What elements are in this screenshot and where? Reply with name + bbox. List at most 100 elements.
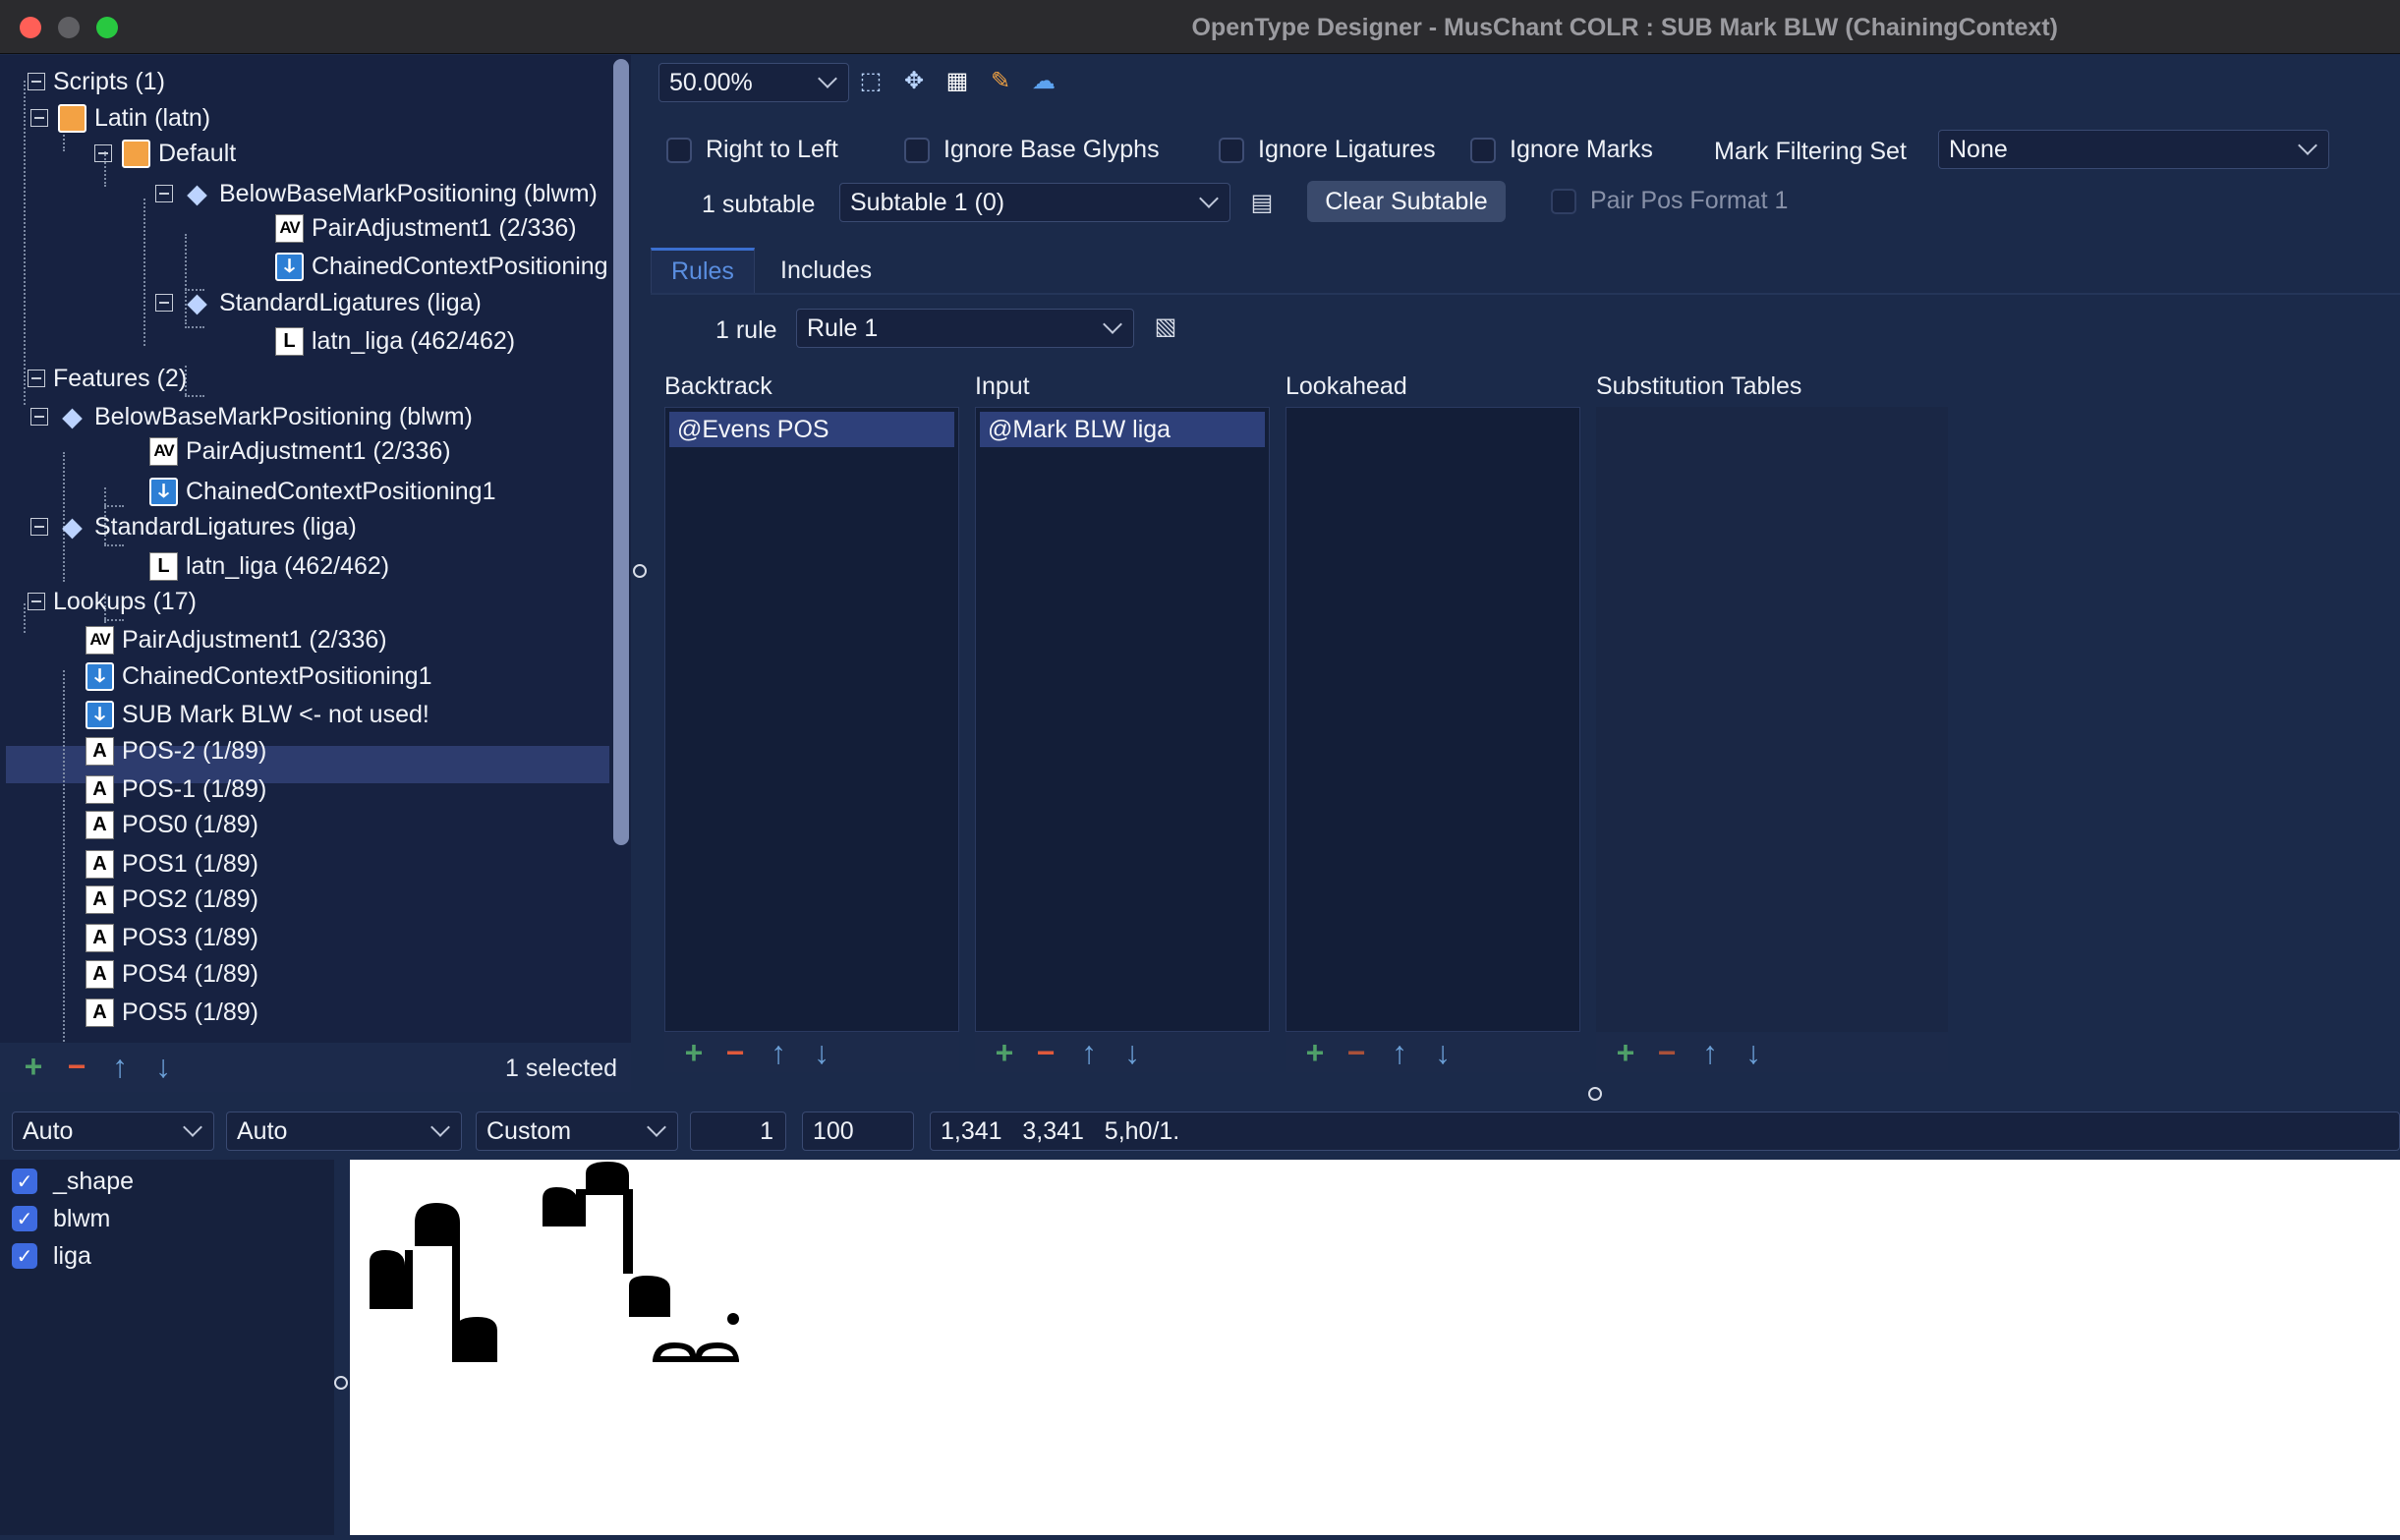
tree-item[interactable]: Llatn_liga (462/462) [149, 547, 389, 585]
ignore-ligatures-checkbox[interactable]: Ignore Ligatures [1219, 136, 1436, 164]
lookahead-list[interactable] [1286, 407, 1580, 1032]
tree-item[interactable]: ↆ ChainedContextPositioning1 [86, 657, 432, 695]
ignore-base-glyphs-checkbox[interactable]: Ignore Base Glyphs [904, 136, 1160, 164]
rule-value: Rule 1 [807, 314, 879, 342]
tree-item[interactable]: A POS2 (1/89) [86, 881, 258, 918]
size-input[interactable]: 1 [690, 1112, 786, 1151]
fit-view-icon[interactable]: ⬚ [857, 67, 885, 94]
tree-item[interactable]: AV PairAdjustment1 (2/336) [86, 621, 387, 658]
subtable-table-icon[interactable]: ▤ [1248, 189, 1276, 216]
preview-splitter-handle[interactable] [334, 1376, 348, 1390]
glyph-input[interactable]: 1,341 3,341 5,h0/1. [930, 1112, 2400, 1151]
tree-item[interactable]: Latin (latn) [30, 99, 210, 137]
maximize-window-button[interactable] [96, 17, 118, 38]
substitution-remove-button[interactable]: − [1651, 1037, 1683, 1068]
tree-item[interactable]: AV PairAdjustment1 (2/336) [149, 432, 451, 470]
glyph-preview[interactable] [350, 1160, 2400, 1535]
tree-item[interactable]: ↆ ChainedContextPositioning1 [275, 248, 609, 285]
substitution-up-button[interactable]: ↑ [1694, 1037, 1726, 1068]
rule-edit-icon[interactable]: ▧ [1152, 313, 1179, 340]
lookup-tree[interactable]: Scripts (1) Latin (latn) Default ◆ BelowBase… [0, 55, 609, 1042]
right-to-left-checkbox[interactable]: Right to Left [666, 136, 838, 164]
pair-pos-format-checkbox[interactable]: Pair Pos Format 1 [1551, 187, 1788, 215]
grid-icon[interactable]: ▦ [943, 67, 971, 94]
edit-icon[interactable]: ✎ [987, 67, 1014, 94]
input-item[interactable]: @Mark BLW liga [980, 412, 1265, 447]
backtrack-list[interactable]: @Evens POS [664, 407, 959, 1032]
tree-item[interactable]: AV PairAdjustment1 (2/336) [275, 209, 577, 247]
feature-mode-select[interactable]: Custom [476, 1112, 678, 1151]
move-up-button[interactable]: ↑ [104, 1051, 136, 1082]
collapse-icon[interactable] [28, 73, 45, 90]
tree-item[interactable]: ↆ SUB Mark BLW <- not used! [86, 696, 429, 733]
mark-filtering-set-select[interactable]: None [1938, 130, 2329, 169]
vertical-splitter-handle[interactable] [633, 564, 647, 578]
collapse-icon[interactable] [28, 370, 45, 387]
feature-liga-toggle[interactable]: ✓ liga [12, 1238, 91, 1274]
tree-item[interactable]: Scripts (1) [28, 63, 165, 100]
remove-lookup-button[interactable]: − [61, 1051, 92, 1082]
scale-input[interactable]: 100 [802, 1112, 914, 1151]
subtable-select[interactable]: Subtable 1 (0) [839, 183, 1230, 222]
tree-item[interactable]: ◆ StandardLigatures (liga) [30, 508, 357, 545]
tree-item[interactable]: A POS5 (1/89) [86, 994, 258, 1031]
move-down-button[interactable]: ↓ [147, 1051, 179, 1082]
tree-item[interactable]: ◆ StandardLigatures (liga) [155, 284, 482, 321]
input-down-button[interactable]: ↓ [1116, 1037, 1148, 1068]
collapse-icon[interactable] [30, 109, 48, 127]
substitution-add-button[interactable]: + [1610, 1037, 1641, 1068]
input-add-button[interactable]: + [989, 1037, 1020, 1068]
minimize-window-button[interactable] [58, 17, 80, 38]
substitution-down-button[interactable]: ↓ [1738, 1037, 1769, 1068]
tree-scrollbar[interactable] [613, 59, 629, 845]
zoom-select[interactable]: 50.00% [658, 63, 849, 102]
collapse-icon[interactable] [155, 294, 173, 312]
cloud-icon[interactable]: ☁ [1030, 67, 1057, 94]
tree-item[interactable]: A POS-2 (1/89) [86, 732, 266, 770]
backtrack-up-button[interactable]: ↑ [763, 1037, 794, 1068]
backtrack-remove-button[interactable]: − [719, 1037, 751, 1068]
tree-item[interactable]: Llatn_liga (462/462) [275, 322, 515, 360]
collapse-icon[interactable] [30, 408, 48, 426]
substitution-toolbar: + − ↑ ↓ [1596, 1033, 1948, 1072]
tree-item[interactable]: ↆ ChainedContextPositioning1 [149, 473, 496, 510]
collapse-icon[interactable] [94, 144, 112, 162]
tree-item[interactable]: A POS-1 (1/89) [86, 770, 266, 808]
ignore-marks-checkbox[interactable]: Ignore Marks [1470, 136, 1653, 164]
tree-item[interactable]: A POS4 (1/89) [86, 955, 258, 993]
collapse-icon[interactable] [28, 593, 45, 610]
lookahead-down-button[interactable]: ↓ [1427, 1037, 1458, 1068]
direction-select[interactable]: Auto [12, 1112, 214, 1151]
feature-blwm-toggle[interactable]: ✓ blwm [12, 1201, 110, 1236]
tree-item[interactable]: Lookups (17) [28, 583, 197, 620]
input-remove-button[interactable]: − [1030, 1037, 1061, 1068]
collapse-icon[interactable] [30, 518, 48, 536]
tab-includes[interactable]: Includes [761, 248, 891, 293]
tree-item[interactable]: ◆ BelowBaseMarkPositioning (blwm) [155, 175, 598, 212]
tree-item[interactable]: A POS0 (1/89) [86, 806, 258, 843]
tree-item[interactable]: ◆ BelowBaseMarkPositioning (blwm) [30, 398, 473, 435]
backtrack-item[interactable]: @Evens POS [669, 412, 954, 447]
lookahead-remove-button[interactable]: − [1341, 1037, 1372, 1068]
lookahead-up-button[interactable]: ↑ [1384, 1037, 1415, 1068]
tree-item[interactable]: Features (2) [28, 360, 187, 397]
tab-rules[interactable]: Rules [651, 248, 755, 293]
feature-shape-toggle[interactable]: ✓ _shape [12, 1164, 134, 1199]
tree-item[interactable]: A POS3 (1/89) [86, 919, 258, 956]
horizontal-splitter-handle[interactable] [1588, 1087, 1602, 1101]
tree-item[interactable]: A POS1 (1/89) [86, 845, 258, 883]
input-list[interactable]: @Mark BLW liga [975, 407, 1270, 1032]
collapse-icon[interactable] [155, 185, 173, 202]
add-lookup-button[interactable]: + [18, 1051, 49, 1082]
input-up-button[interactable]: ↑ [1073, 1037, 1105, 1068]
tree-item[interactable]: Default [94, 135, 236, 172]
clear-subtable-button[interactable]: Clear Subtable [1307, 181, 1506, 222]
substitution-list[interactable] [1596, 407, 1948, 1032]
close-window-button[interactable] [20, 17, 41, 38]
crosshair-icon[interactable]: ✥ [900, 67, 928, 94]
rule-select[interactable]: Rule 1 [796, 309, 1134, 348]
backtrack-add-button[interactable]: + [678, 1037, 710, 1068]
lookahead-add-button[interactable]: + [1299, 1037, 1331, 1068]
backtrack-down-button[interactable]: ↓ [806, 1037, 837, 1068]
script-select[interactable]: Auto [226, 1112, 462, 1151]
